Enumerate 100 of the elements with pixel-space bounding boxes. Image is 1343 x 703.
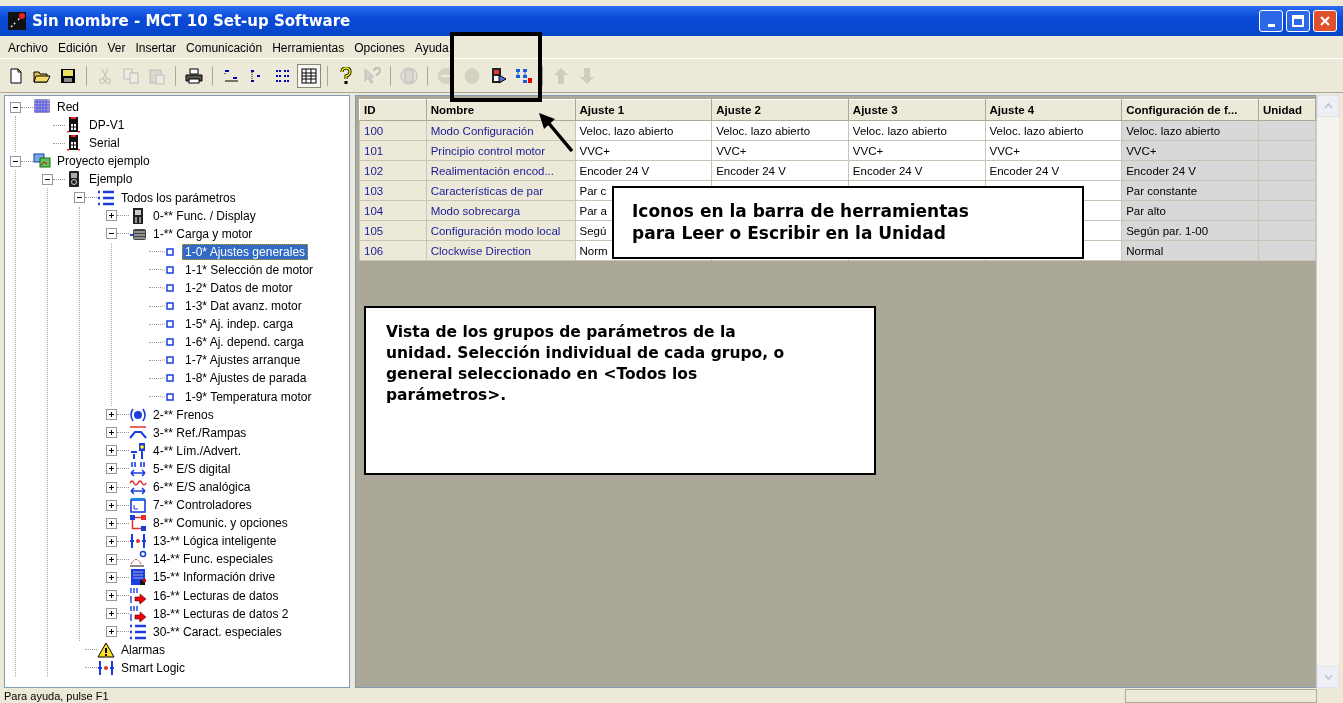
column-header[interactable]: ID (359, 99, 427, 121)
tree-item[interactable]: 18-** Lecturas de datos 2 (150, 605, 292, 622)
expand-button[interactable] (106, 590, 117, 602)
tree-item[interactable]: 15-** Información drive (150, 569, 279, 586)
menu-item[interactable]: Insertar (131, 40, 183, 56)
expand-button[interactable] (106, 535, 117, 547)
expand-button[interactable] (106, 608, 117, 620)
tree-item[interactable]: Smart Logic (118, 659, 189, 676)
expand-button[interactable] (106, 572, 117, 583)
menu-item[interactable]: Opciones (350, 40, 411, 56)
window-title: Sin nombre - MCT 10 Set-up Software (32, 12, 352, 30)
tree-item[interactable]: Red (54, 99, 82, 116)
column-header[interactable]: Configuración de f... (1121, 99, 1259, 121)
column-header[interactable]: Ajuste 2 (711, 99, 849, 121)
tree-item[interactable]: 1-8* Ajustes de parada (182, 370, 310, 387)
expand-button[interactable] (106, 427, 117, 439)
tree-item[interactable]: 1-5* Aj. indep. carga (182, 316, 297, 333)
analog-io-icon (129, 478, 147, 496)
tree-item[interactable]: Alarmas (118, 641, 168, 658)
tree-item[interactable]: 7-** Controladores (150, 497, 255, 514)
status-text: Para ayuda, pulse F1 (4, 689, 109, 702)
pointer-help-icon (363, 67, 381, 85)
minimize-button[interactable] (1259, 10, 1283, 32)
copy-icon (122, 67, 140, 85)
tree-item[interactable]: 6-** E/S analógica (150, 479, 254, 495)
column-header[interactable]: Ajuste 4 (985, 99, 1122, 121)
tree-item[interactable]: Serial (86, 135, 123, 152)
menu-item[interactable]: Ver (103, 40, 132, 56)
plus-icon (107, 573, 116, 582)
plus-icon (107, 627, 116, 637)
tree-item[interactable]: 1-7* Ajustes arranque (182, 352, 304, 369)
tree-item[interactable]: 5-** E/S digital (150, 460, 234, 477)
expand-button[interactable] (106, 409, 117, 421)
tree-item[interactable]: 1-6* Aj. depend. carga (182, 334, 307, 351)
plus-icon (107, 428, 116, 438)
tree-item[interactable]: 1-9* Temperatura motor (182, 388, 315, 405)
plus-icon (107, 518, 116, 528)
tree-item[interactable]: 3-** Ref./Rampas (150, 424, 250, 441)
digital-io-icon (129, 459, 147, 478)
plus-icon (107, 500, 116, 510)
column-header[interactable]: Ajuste 3 (848, 99, 986, 121)
tree-item[interactable]: 0-** Func. / Display (150, 207, 259, 224)
collapse-button[interactable] (106, 228, 117, 240)
tree-item[interactable]: Proyecto ejemplo (54, 153, 153, 170)
expand-button[interactable] (106, 626, 117, 638)
network-nodes-icon (129, 514, 147, 533)
plus-icon (107, 554, 116, 564)
menu-item[interactable]: Herramientas (268, 40, 351, 56)
tree-item[interactable]: 1-1* Selección de motor (182, 261, 317, 278)
tree-item[interactable]: 1-3* Dat avanz. motor (182, 298, 305, 315)
tree-item[interactable]: Todos los parámetros (118, 189, 239, 206)
tree-item[interactable]: 13-** Lógica inteligente (150, 533, 280, 550)
logic-icon (129, 532, 147, 551)
collapse-button[interactable] (10, 155, 21, 167)
expand-button[interactable] (106, 445, 117, 457)
scissors-icon (96, 67, 114, 85)
drive-icon (65, 134, 83, 153)
write-to-drive-icon (515, 67, 533, 85)
tree-item[interactable]: 1-2* Datos de motor (182, 280, 296, 296)
menu-item[interactable]: Ayuda (410, 40, 455, 56)
plus-icon (107, 211, 116, 221)
tree-item[interactable]: 1-** Carga y motor (150, 225, 256, 242)
expand-button[interactable] (106, 553, 117, 565)
table-cell: 101 (359, 140, 427, 161)
toolbar-button[interactable] (297, 64, 321, 88)
maximize-button[interactable] (1286, 10, 1310, 32)
close-button[interactable] (1313, 10, 1337, 32)
expand-button[interactable] (106, 517, 117, 529)
plus-icon (107, 464, 116, 474)
tree-item[interactable]: Ejemplo (86, 171, 136, 188)
details-list-icon (274, 67, 292, 85)
tree-item[interactable]: 16-** Lecturas de datos (150, 587, 282, 604)
tree-item[interactable]: 8-** Comunic. y opciones (150, 515, 291, 532)
expand-button[interactable] (106, 481, 117, 493)
plus-icon (107, 609, 116, 619)
tree-item[interactable]: DP-V1 (86, 117, 128, 134)
tree-item[interactable]: 14-** Func. especiales (150, 551, 277, 568)
list-icon (97, 188, 115, 207)
tree-item[interactable]: 2-** Frenos (150, 406, 217, 423)
controller-icon (129, 496, 147, 515)
expand-button[interactable] (106, 463, 117, 475)
expand-button[interactable] (106, 210, 117, 222)
logic-icon (97, 658, 115, 677)
menu-item[interactable]: Archivo (4, 40, 54, 56)
menu-item[interactable]: Comunicación (182, 40, 269, 56)
node-list-icon (222, 67, 240, 85)
menu-item[interactable]: Edición (54, 40, 104, 56)
device-icon (400, 67, 418, 85)
collapse-button[interactable] (42, 173, 53, 185)
collapse-button[interactable] (74, 192, 85, 203)
expand-button[interactable] (106, 499, 117, 511)
tree-item[interactable]: 1-0* Ajustes generales (182, 243, 309, 260)
limit-icon (129, 441, 147, 460)
tree-item[interactable]: 30-** Caract. especiales (150, 623, 285, 640)
read-from-drive-icon (489, 67, 507, 85)
maximize-icon (1292, 15, 1304, 27)
tree-item[interactable]: 4-** Lím./Advert. (150, 442, 245, 459)
collapse-button[interactable] (10, 101, 21, 113)
column-header[interactable]: Unidad (1258, 99, 1316, 121)
column-header[interactable]: Ajuste 1 (575, 99, 712, 121)
